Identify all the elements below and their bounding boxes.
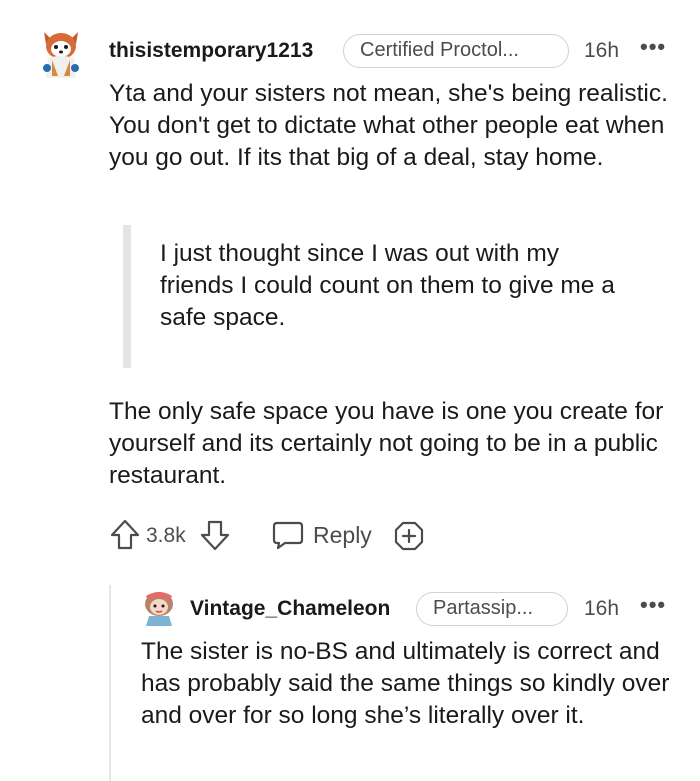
speech-bubble-icon bbox=[272, 521, 304, 550]
score-text: 3.8k bbox=[146, 524, 186, 547]
reply-label: Reply bbox=[313, 521, 372, 548]
thread-line[interactable] bbox=[109, 585, 111, 781]
more-options-icon[interactable]: ••• bbox=[640, 34, 666, 60]
reply-more-options-icon[interactable]: ••• bbox=[640, 592, 666, 618]
user-flair: Certified Proctol... bbox=[343, 34, 569, 68]
user-avatar[interactable] bbox=[38, 28, 84, 82]
upvote-button[interactable] bbox=[110, 519, 140, 551]
reply-button[interactable]: Reply bbox=[271, 519, 372, 551]
award-button[interactable] bbox=[393, 520, 425, 552]
add-award-icon bbox=[394, 521, 424, 551]
reply-user-flair: Partassip... bbox=[416, 592, 568, 626]
reply-username[interactable]: Vintage_Chameleon bbox=[190, 597, 390, 621]
downvote-button[interactable] bbox=[200, 519, 230, 551]
reply-user-avatar[interactable] bbox=[142, 590, 176, 628]
comment-timestamp: 16h bbox=[584, 39, 620, 62]
quote-bar bbox=[123, 225, 131, 368]
quoted-text: I just thought since I was out with my f… bbox=[160, 240, 615, 331]
girl-avatar-icon bbox=[145, 592, 173, 626]
comment-paragraph-2: The only safe space you have is one you … bbox=[109, 398, 664, 489]
reply-text: The sister is no-BS and ultimately is co… bbox=[141, 638, 670, 729]
vote-score: 3.8k bbox=[146, 524, 186, 548]
downvote-arrow-icon bbox=[200, 520, 230, 551]
reply-timestamp: 16h bbox=[584, 597, 620, 620]
red-panda-avatar-icon bbox=[43, 32, 79, 78]
comment-paragraph: Yta and your sisters not mean, she's bei… bbox=[109, 80, 668, 171]
comment-username[interactable]: thisistemporary1213 bbox=[109, 39, 313, 63]
upvote-arrow-icon bbox=[110, 519, 140, 550]
